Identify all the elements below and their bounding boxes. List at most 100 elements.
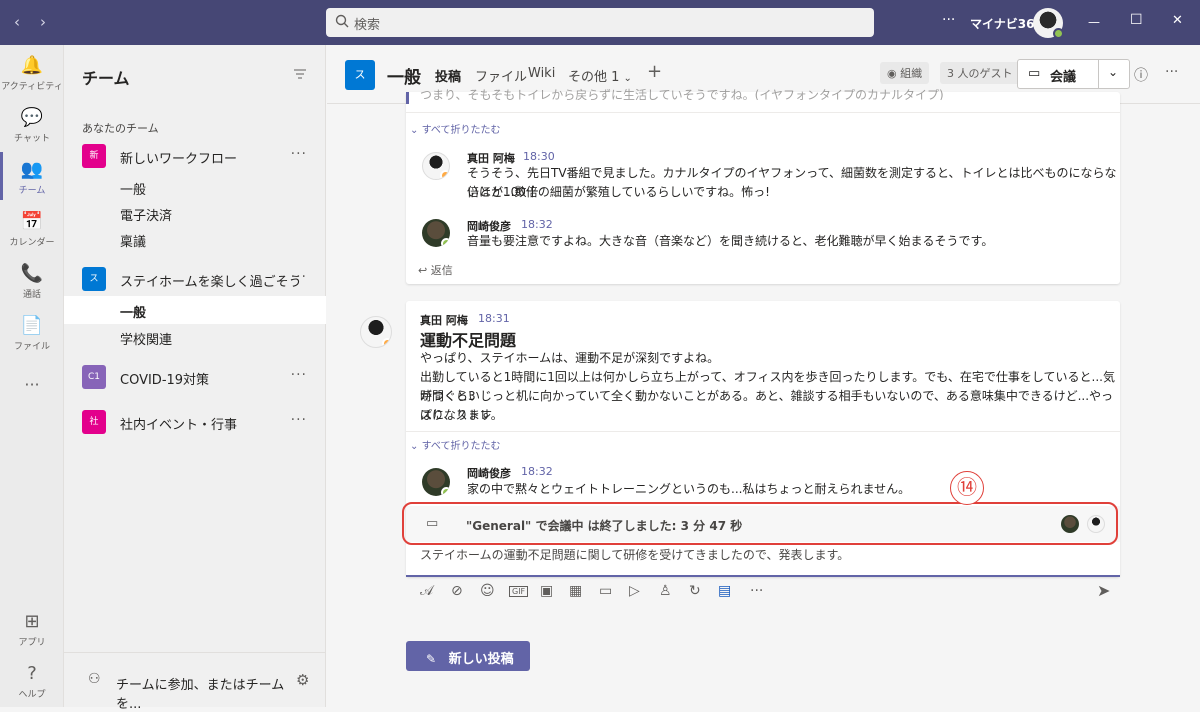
format-icon[interactable]: 𝒜 [420,583,433,599]
reply-link[interactable]: ↩ 返信 [418,262,453,278]
meet-button[interactable]: 会議 [1050,66,1076,85]
reply-text-line: 倍とか100倍の細菌が繁殖しているらしいですね。怖っ! [467,185,770,199]
team-avatar: 社 [82,410,106,434]
avatar[interactable] [360,316,392,348]
rail-more-icon[interactable]: ··· [0,375,64,394]
meet-dropdown-chevron-icon[interactable]: ⌄ [1108,65,1118,79]
avatar[interactable] [422,152,450,180]
chevron-down-icon: ⌄ [623,73,632,84]
collapse-all-link[interactable]: ⌄ すべて折りたたむ [410,121,500,136]
tab-files[interactable]: ファイル [475,66,527,85]
reply-time: 18:32 [521,465,553,478]
post-body-line: 時間ぐらいじっと机に向かっていて全く動かないことがある。あと、雑談する相手もいな… [420,389,1114,422]
chevron-down-icon: ⌄ [410,441,419,452]
app-icon[interactable]: ▤ [718,583,731,599]
stream-icon[interactable]: ▷ [629,583,640,599]
schedule-meeting-icon[interactable]: ▦ [569,583,582,599]
org-name[interactable]: マイナビ365 [970,15,1043,32]
meet-now-icon[interactable]: ▭ [599,583,612,599]
rail-label: ファイル [13,342,50,352]
collapse-label: すべて折りたたむ [421,125,501,136]
thread-card: 真田 阿梅 18:31 運動不足問題 やっぱり、ステイホームは、運動不足が深刻で… [402,301,1120,577]
collapse-all-link[interactable]: ⌄ すべて折りたたむ [410,437,500,452]
channel-item[interactable]: 学校関連 [120,329,382,348]
avatar[interactable] [422,219,450,247]
post-author[interactable]: 真田 阿梅 [420,312,468,328]
close-button[interactable]: ✕ [1172,13,1183,28]
profile-avatar[interactable] [1033,8,1064,39]
rail-teams[interactable]: 👥 チーム [0,159,64,196]
reply-label: 返信 [430,264,453,277]
app-rail: 🔔 アクティビティ 💬 チャット 👥 チーム 📅 カレンダー 📞 通話 📄 ファイル ···… [0,45,64,707]
org-badge-label: 組織 [900,67,923,80]
divider [406,431,1120,432]
presence-available-icon [441,487,450,496]
back-icon[interactable]: ‹ [14,13,20,31]
team-more-icon[interactable]: ··· [291,412,307,428]
sticker-icon[interactable]: ▣ [540,583,553,599]
reply-arrow-icon: ↩ [418,264,428,277]
emoji-icon[interactable]: ☺ [480,583,495,599]
search-input[interactable]: 検索 [326,8,874,37]
team-name[interactable]: 社内イベント・行事 [120,414,382,433]
gif-icon[interactable]: GIF [509,586,529,597]
more-options-icon[interactable]: ··· [942,12,955,28]
info-icon[interactable]: ⓘ [1134,65,1148,85]
maximize-button[interactable]: ☐ [1130,12,1143,28]
channel-item[interactable]: 稟議 [120,231,382,250]
compose-focus-bar [406,575,1120,577]
presence-available-icon [1053,28,1064,39]
channel-item[interactable]: 一般 [120,179,382,198]
rail-files[interactable]: 📄 ファイル [0,315,64,352]
tab-wiki[interactable]: Wiki [528,66,555,81]
team-avatar: C1 [82,365,106,389]
rail-help[interactable]: ? ヘルプ [0,663,64,700]
team-name[interactable]: COVID-19対策 [120,369,382,388]
rail-calendar[interactable]: 📅 カレンダー [0,211,64,248]
team-avatar: ス [345,60,375,90]
team-name[interactable]: 新しいワークフロー [120,148,382,167]
join-team-link[interactable]: チームに参加、またはチームを... [116,674,286,712]
more-apps-icon[interactable]: ··· [750,583,763,599]
rail-label: アプリ [18,638,46,648]
rail-activity[interactable]: 🔔 アクティビティ [0,55,64,92]
send-icon[interactable]: ➤ [1097,581,1110,600]
settings-gear-icon[interactable]: ⚙ [296,671,309,689]
forward-icon[interactable]: › [40,13,46,31]
attach-icon[interactable]: ⊘ [451,583,463,599]
section-label: あなたのチーム [82,122,159,135]
header-more-icon[interactable]: ··· [1165,64,1178,80]
team-avatar: ス [82,267,106,291]
team-more-icon[interactable]: ··· [291,146,307,162]
org-badge: ◉ 組織 [880,62,930,84]
praise-icon[interactable]: ♙ [659,583,672,599]
annotation-number: ⑭ [950,471,984,505]
filter-icon[interactable] [293,68,307,80]
compose-text[interactable]: ステイホームの運動不足問題に関して研修を受けてきましたので、発表します。 [420,546,849,565]
reply-author[interactable]: 岡崎俊彦 [467,465,511,481]
reply-text-line: 音量も要注意ですよね。大きな音（音楽など）を聞き続けると、老化難聴が早く始まるそ… [467,234,994,248]
team-name[interactable]: ステイホームを楽しく過ごそう [120,271,382,290]
title-bar: ‹ › 検索 ··· マイナビ365 — ☐ ✕ [0,0,1200,45]
new-post-button[interactable]: ✎ 新しい投稿 [406,641,530,671]
minimize-button[interactable]: — [1088,15,1100,29]
channel-item-selected[interactable]: 一般 [120,302,382,321]
eye-icon: ◉ [887,67,897,80]
tab-more[interactable]: その他 1 ⌄ [568,66,632,85]
rail-calls[interactable]: 📞 通話 [0,263,64,300]
channel-item[interactable]: 電子決済 [120,205,382,224]
apps-icon: ⊞ [24,611,40,632]
team-more-icon[interactable]: ··· [291,269,307,285]
avatar[interactable] [422,468,450,496]
loop-icon[interactable]: ↻ [689,583,701,599]
search-placeholder: 検索 [354,18,381,33]
rail-apps[interactable]: ⊞ アプリ [0,611,64,648]
rail-label: アクティビティ [1,82,63,92]
team-more-icon[interactable]: ··· [291,367,307,383]
join-team-icon[interactable]: ⚇ [88,671,101,687]
rail-chat[interactable]: 💬 チャット [0,107,64,144]
video-camera-icon[interactable]: ▭ [1028,66,1040,81]
presence-away-icon [440,170,449,179]
add-tab-icon[interactable]: + [647,61,662,82]
team-avatar: 新 [82,144,106,168]
